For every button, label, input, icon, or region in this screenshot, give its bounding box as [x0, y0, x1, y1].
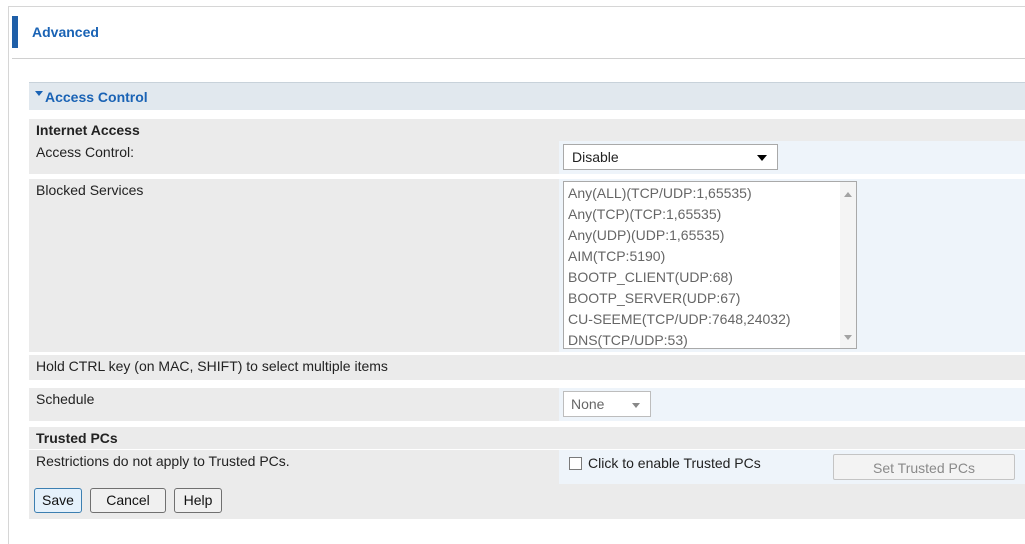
trusted-pcs-heading-row: Trusted PCs — [29, 427, 1025, 449]
blocked-services-row: Any(ALL)(TCP/UDP:1,65535) Any(TCP)(TCP:1… — [29, 179, 1025, 352]
schedule-label: Schedule — [36, 391, 95, 407]
listbox-scrollbar[interactable] — [840, 182, 856, 348]
blocked-services-listbox[interactable]: Any(ALL)(TCP/UDP:1,65535) Any(TCP)(TCP:1… — [563, 181, 857, 349]
access-control-row: Disable Access Control: — [29, 141, 1025, 174]
list-item[interactable]: DNS(TCP/UDP:53) — [568, 332, 688, 348]
access-control-label: Access Control: — [36, 144, 135, 160]
schedule-value: None — [571, 396, 605, 412]
chevron-down-icon — [632, 403, 640, 408]
access-control-value: Disable — [572, 149, 619, 165]
collapse-triangle-icon[interactable] — [35, 91, 43, 96]
list-item[interactable]: Any(ALL)(TCP/UDP:1,65535) — [568, 185, 752, 201]
help-button[interactable]: Help — [174, 488, 222, 513]
header-divider — [12, 58, 1025, 59]
list-item[interactable]: BOOTP_CLIENT(UDP:68) — [568, 269, 733, 285]
trusted-pcs-checkbox[interactable] — [569, 457, 582, 470]
list-item[interactable]: CU-SEEME(TCP/UDP:7648,24032) — [568, 311, 791, 327]
trusted-pcs-row: Click to enable Trusted PCs Set Trusted … — [29, 450, 1025, 484]
save-button[interactable]: Save — [34, 488, 82, 513]
access-control-panel: Access Control Internet Access Disable A… — [29, 82, 1025, 520]
page-header: Advanced — [12, 16, 1025, 48]
internet-access-heading-row: Internet Access — [29, 119, 1025, 141]
section-title: Access Control — [45, 89, 148, 105]
list-item[interactable]: Any(TCP)(TCP:1,65535) — [568, 206, 721, 222]
scroll-up-arrow-icon[interactable] — [844, 192, 852, 197]
page-title: Advanced — [32, 24, 99, 40]
blocked-services-label: Blocked Services — [36, 182, 144, 198]
access-control-select[interactable]: Disable — [563, 144, 778, 170]
trusted-pcs-checkbox-label[interactable]: Click to enable Trusted PCs — [588, 455, 761, 471]
trusted-pcs-heading: Trusted PCs — [36, 430, 118, 446]
list-item[interactable]: BOOTP_SERVER(UDP:67) — [568, 290, 740, 306]
schedule-row: None Schedule — [29, 388, 1025, 421]
action-buttons-row: Save Cancel Help — [29, 484, 1025, 519]
internet-access-heading: Internet Access — [36, 122, 140, 138]
chevron-down-icon — [757, 155, 767, 161]
header-accent-bar — [12, 16, 18, 48]
section-header[interactable]: Access Control — [29, 82, 1025, 110]
schedule-select[interactable]: None — [563, 391, 651, 417]
list-item[interactable]: AIM(TCP:5190) — [568, 248, 665, 264]
scroll-down-arrow-icon[interactable] — [844, 335, 852, 340]
multi-select-hint: Hold CTRL key (on MAC, SHIFT) to select … — [36, 358, 388, 374]
set-trusted-pcs-button[interactable]: Set Trusted PCs — [833, 454, 1015, 480]
trusted-pcs-description: Restrictions do not apply to Trusted PCs… — [36, 453, 290, 469]
cancel-button[interactable]: Cancel — [90, 488, 166, 513]
hint-row: Hold CTRL key (on MAC, SHIFT) to select … — [29, 355, 1025, 380]
list-item[interactable]: Any(UDP)(UDP:1,65535) — [568, 227, 724, 243]
